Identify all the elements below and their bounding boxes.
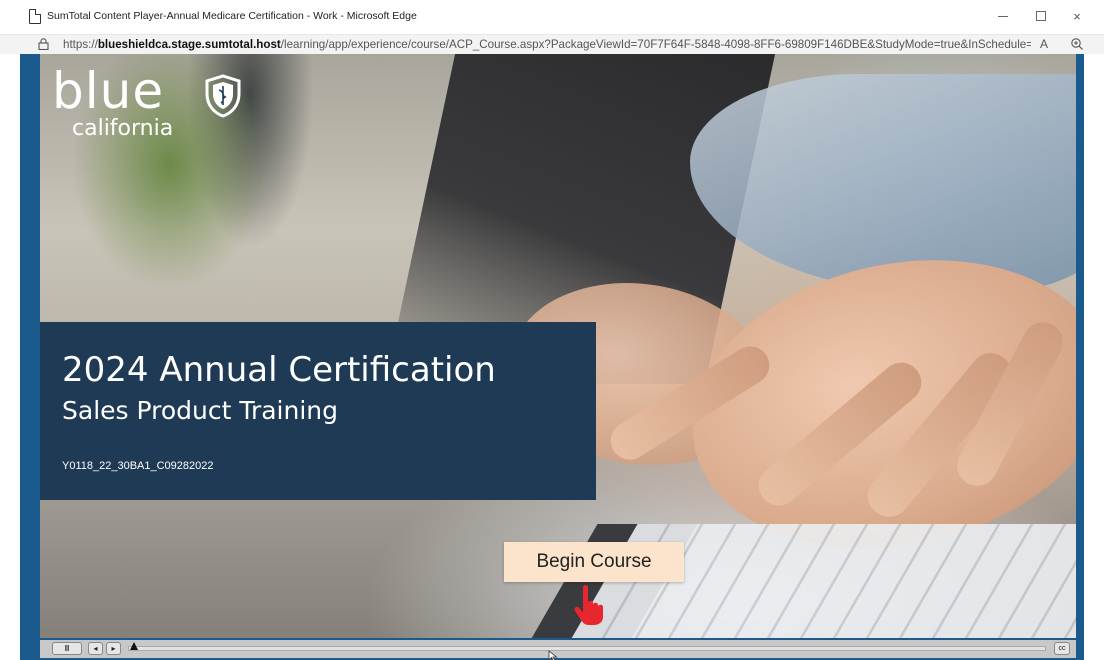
course-title: 2024 Annual Certification xyxy=(62,350,496,390)
progress-bar[interactable] xyxy=(128,646,1046,651)
logo-word: blue xyxy=(52,62,165,120)
url-host: blueshieldca.stage.sumtotal.host xyxy=(97,38,281,51)
close-button[interactable]: × xyxy=(1062,6,1092,26)
logo-sub: california xyxy=(72,116,174,141)
zoom-icon[interactable] xyxy=(1070,37,1084,51)
address-bar: https://blueshieldca.stage.sumtotal.host… xyxy=(0,34,1104,54)
course-subtitle: Sales Product Training xyxy=(62,396,339,425)
background-sleeve xyxy=(690,74,1076,294)
course-code: Y0118_22_30BA1_C09282022 xyxy=(62,460,214,472)
lock-icon[interactable] xyxy=(38,38,49,50)
minimize-button[interactable] xyxy=(988,6,1018,26)
closed-captions-button[interactable]: cc xyxy=(1054,642,1070,655)
window-title: SumTotal Content Player-Annual Medicare … xyxy=(47,10,417,22)
url-prefix: https:// xyxy=(63,38,98,51)
minimize-icon xyxy=(998,15,1008,17)
maximize-icon xyxy=(1036,11,1046,21)
maximize-button[interactable] xyxy=(1026,6,1056,26)
progress-knob[interactable] xyxy=(130,642,138,650)
previous-button[interactable]: ◂ xyxy=(88,642,103,655)
hand-pointer-icon xyxy=(574,585,603,625)
course-title-panel: 2024 Annual Certification Sales Product … xyxy=(40,322,596,500)
url-path: /learning/app/experience/course/ACP_Cour… xyxy=(280,38,1031,51)
url-field[interactable]: https://blueshieldca.stage.sumtotal.host… xyxy=(63,38,1031,51)
player-control-bar: II ◂ ▸ cc xyxy=(40,638,1076,660)
pause-button[interactable]: II xyxy=(52,642,82,655)
next-button[interactable]: ▸ xyxy=(106,642,121,655)
read-aloud-icon[interactable]: A xyxy=(1040,37,1048,51)
mouse-cursor-icon xyxy=(548,650,558,660)
shield-icon xyxy=(205,74,241,118)
window-titlebar: SumTotal Content Player-Annual Medicare … xyxy=(0,0,1104,34)
blue-california-logo: blue california xyxy=(52,62,241,141)
page-icon xyxy=(29,8,42,24)
begin-course-button[interactable]: Begin Course xyxy=(504,542,684,582)
